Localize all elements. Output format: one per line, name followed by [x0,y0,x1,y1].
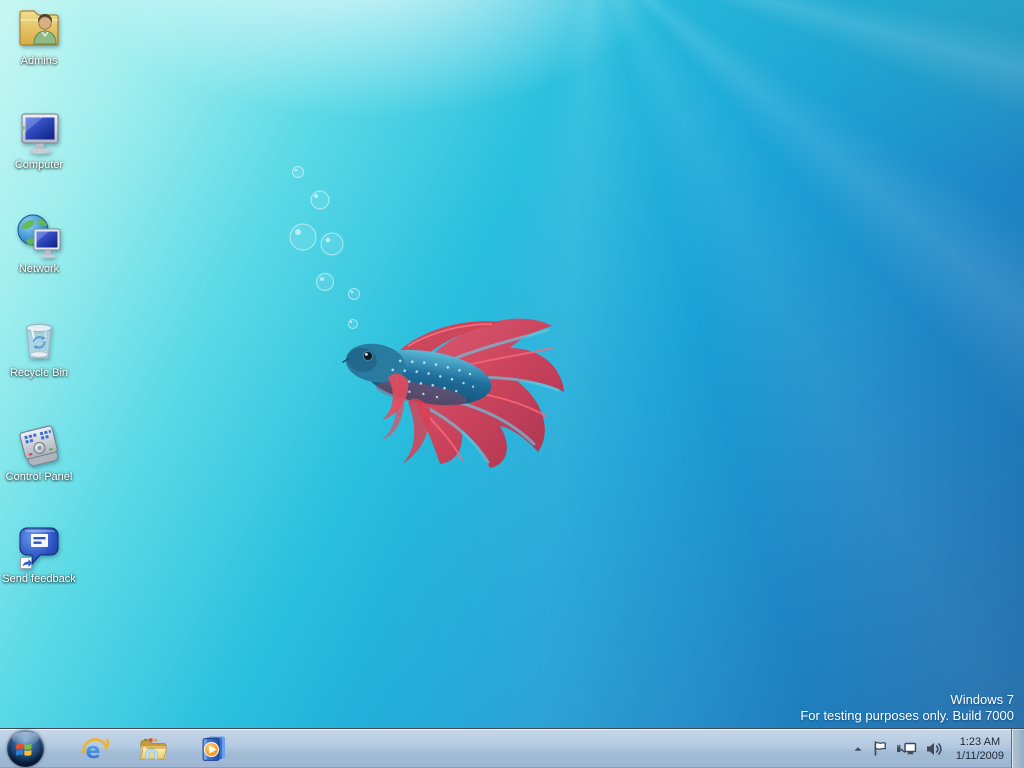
bubbles-art [289,166,360,329]
watermark-line2: For testing purposes only. Build 7000 [800,708,1014,723]
send-feedback-icon [19,527,59,569]
watermark-line1: Windows 7 [950,692,1014,707]
desktop-icon-admins[interactable]: Admins [1,4,77,68]
desktop-icon-label: Network [18,263,60,275]
taskbar-clock[interactable]: 1:23 AM 1/11/2009 [952,735,1008,763]
desktop-icon-label: Computer [14,159,64,171]
control-panel-icon [19,425,59,467]
network-icon [17,214,61,259]
show-desktop-button[interactable] [1011,729,1024,768]
windows-explorer-icon [139,738,168,760]
desktop-icon-send-feedback[interactable]: Send feedback [1,522,77,586]
desktop-icon-control-panel[interactable]: Control Panel [1,420,77,484]
desktop-wallpaper: Admins Computer Network Recycle Bin Cont… [0,0,1024,768]
computer-icon [21,113,59,154]
desktop-icon-recycle-bin[interactable]: Recycle Bin [1,316,77,380]
betta-fish-art [289,166,564,468]
windows-media-player-icon [202,736,225,761]
start-button[interactable] [7,730,44,767]
network-status-icon[interactable] [896,740,917,757]
taskbar-internet-explorer-button[interactable]: e [76,730,114,768]
clock-date: 1/11/2009 [955,749,1004,762]
action-center-flag-icon[interactable] [872,740,888,757]
internet-explorer-icon: e [82,738,110,764]
windows-flag-icon [16,743,32,756]
user-folder-icon [19,10,59,46]
desktop-icon-computer[interactable]: Computer [1,108,77,172]
build-watermark: Windows 7 For testing purposes only. Bui… [800,692,1014,724]
desktop-icon-network[interactable]: Network [1,212,77,276]
show-hidden-icons-chevron[interactable] [852,743,864,755]
system-tray: 1:23 AM 1/11/2009 [852,729,1008,768]
desktop-icon-label: Control Panel [5,471,73,483]
desktop-icon-label: Send feedback [2,573,76,585]
clock-time: 1:23 AM [959,735,1001,748]
desktop-icon-label: Admins [20,55,58,67]
recycle-bin-icon [25,323,53,359]
taskbar-windows-explorer-button[interactable] [134,730,172,768]
volume-icon[interactable] [925,741,944,757]
desktop-icon-label: Recycle Bin [9,367,69,379]
taskbar-media-player-button[interactable] [194,730,232,768]
svg-text:e: e [86,739,101,764]
taskbar: e 1:23 AM 1/11/2009 [0,728,1024,768]
